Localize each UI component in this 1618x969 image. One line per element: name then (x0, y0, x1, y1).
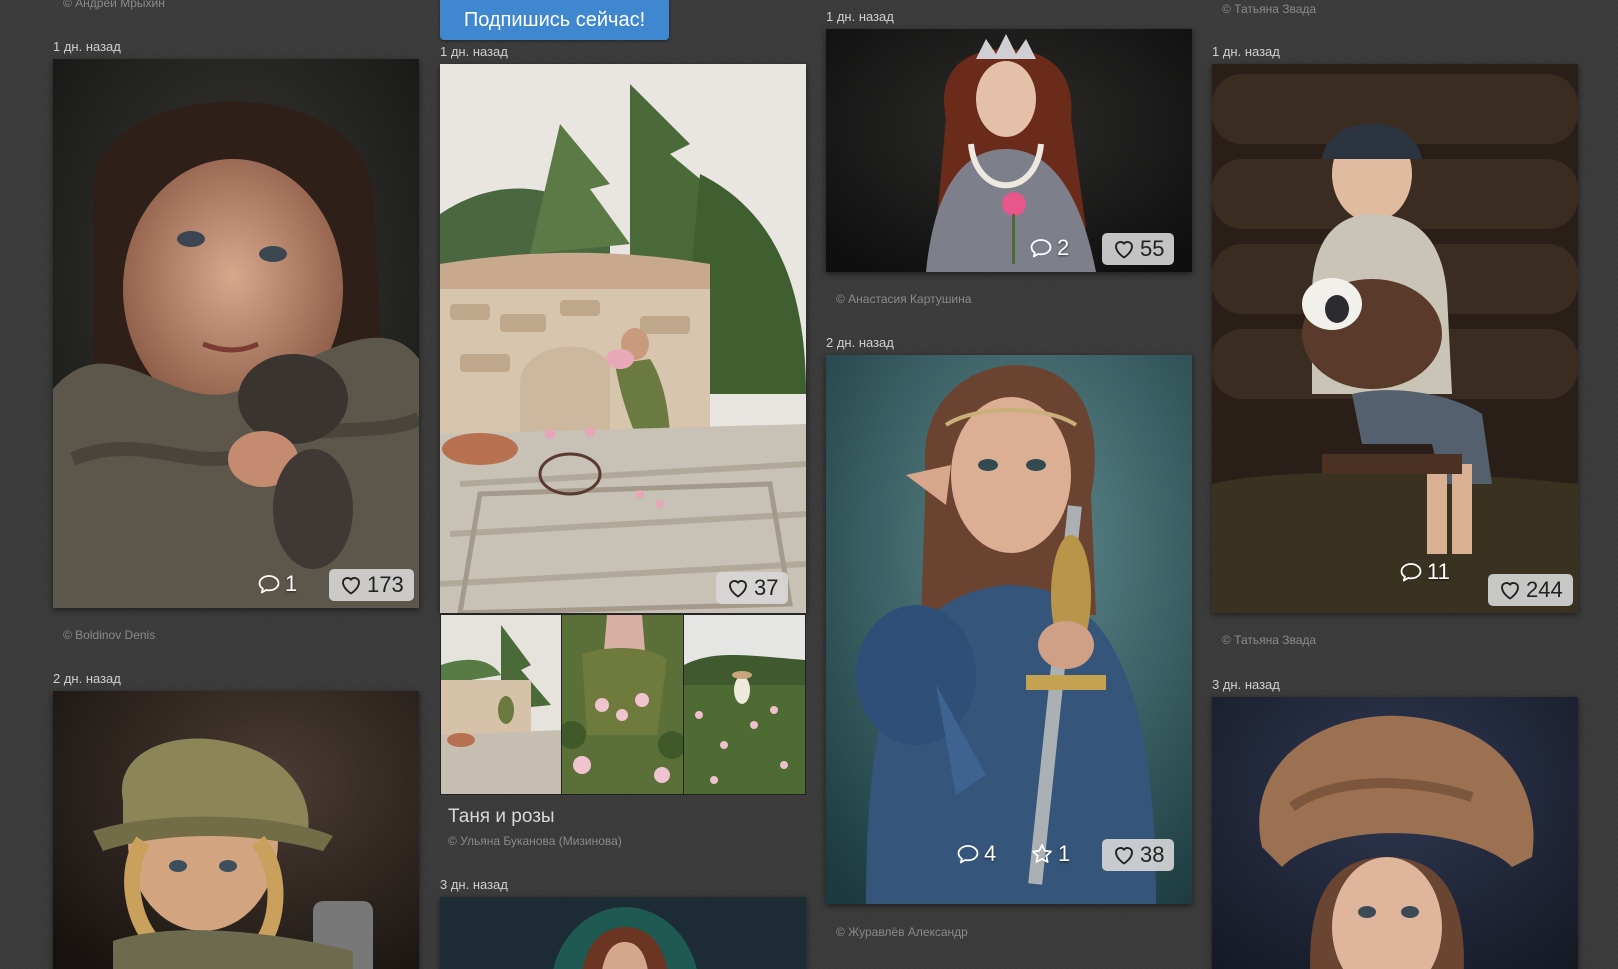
thumbnail-image (684, 615, 805, 794)
post-date: 3 дн. назад (440, 877, 508, 892)
post-date: 2 дн. назад (53, 671, 121, 686)
like-count: 244 (1526, 577, 1563, 602)
comment-icon (257, 572, 281, 596)
comment-icon (1029, 236, 1053, 260)
photo-credit[interactable]: © Журавлёв Александр (836, 925, 968, 939)
like-button[interactable]: 37 (716, 572, 789, 604)
photo-image (53, 691, 419, 969)
photo-image (1212, 697, 1578, 969)
heart-icon (1112, 237, 1136, 261)
comment-count[interactable]: 4 (956, 841, 996, 867)
album-thumbnail-1[interactable] (440, 614, 562, 795)
photo-card-elf-warrior[interactable]: 4 1 38 (826, 355, 1192, 904)
photo-feed: © Андрей Мрыхин © Татьяна Звада Подпишис… (0, 0, 1618, 969)
comment-count[interactable]: 1 (257, 571, 297, 597)
like-button[interactable]: 244 (1488, 574, 1573, 606)
heart-icon (1112, 843, 1136, 867)
favorite-count[interactable]: 1 (1030, 841, 1070, 867)
photo-image (53, 59, 419, 608)
photo-image (1212, 64, 1578, 613)
post-date: 2 дн. назад (826, 335, 894, 350)
like-count: 37 (754, 575, 779, 600)
thumbnail-image (562, 615, 683, 794)
thumbnail-image (441, 615, 561, 794)
like-count: 55 (1140, 236, 1165, 261)
photo-card-girl-in-burlap-hat[interactable] (1212, 697, 1578, 969)
post-date: 1 дн. назад (826, 9, 894, 24)
like-button[interactable]: 38 (1102, 839, 1175, 871)
like-button[interactable]: 55 (1102, 233, 1175, 265)
album-title[interactable]: Таня и розы (448, 806, 555, 828)
subscribe-button[interactable]: Подпишись сейчас! (440, 0, 669, 40)
heart-icon (339, 573, 363, 597)
post-date: 1 дн. назад (440, 44, 508, 59)
like-count: 38 (1140, 842, 1165, 867)
photo-credit[interactable]: © Татьяна Звада (1222, 633, 1316, 647)
heart-icon (1498, 578, 1522, 602)
photo-image (440, 897, 806, 969)
photo-card-boy-in-hat[interactable] (53, 691, 419, 969)
comment-icon (956, 842, 980, 866)
photo-card-boy-with-goat[interactable]: 11 244 (1212, 64, 1578, 613)
photo-credit[interactable]: © Татьяна Звада (1222, 2, 1316, 16)
comment-count[interactable]: 11 (1399, 559, 1450, 585)
photo-card-tanya-and-roses[interactable]: 37 (440, 64, 806, 613)
photo-card-portrait[interactable] (440, 897, 806, 969)
comment-count[interactable]: 2 (1029, 235, 1069, 261)
photo-credit[interactable]: © Андрей Мрыхин (63, 0, 165, 10)
photo-image (440, 64, 806, 613)
photo-credit[interactable]: © Boldinov Denis (63, 628, 155, 642)
post-date: 1 дн. назад (53, 39, 121, 54)
photo-card-queen-portrait[interactable]: 2 55 (826, 29, 1192, 272)
star-icon (1030, 842, 1054, 866)
comment-icon (1399, 560, 1423, 584)
like-button[interactable]: 173 (329, 569, 414, 601)
post-date: 3 дн. назад (1212, 677, 1280, 692)
album-thumbnail-2[interactable] (561, 614, 684, 795)
photo-image (826, 355, 1192, 904)
heart-icon (726, 576, 750, 600)
like-count: 173 (367, 572, 404, 597)
photo-card-girl-with-rat[interactable]: 1 173 (53, 59, 419, 608)
album-thumbnail-3[interactable] (683, 614, 806, 795)
photo-credit[interactable]: © Анастасия Картушина (836, 292, 971, 306)
post-date: 1 дн. назад (1212, 44, 1280, 59)
photo-credit[interactable]: © Ульяна Буканова (Мизинова) (448, 834, 622, 848)
